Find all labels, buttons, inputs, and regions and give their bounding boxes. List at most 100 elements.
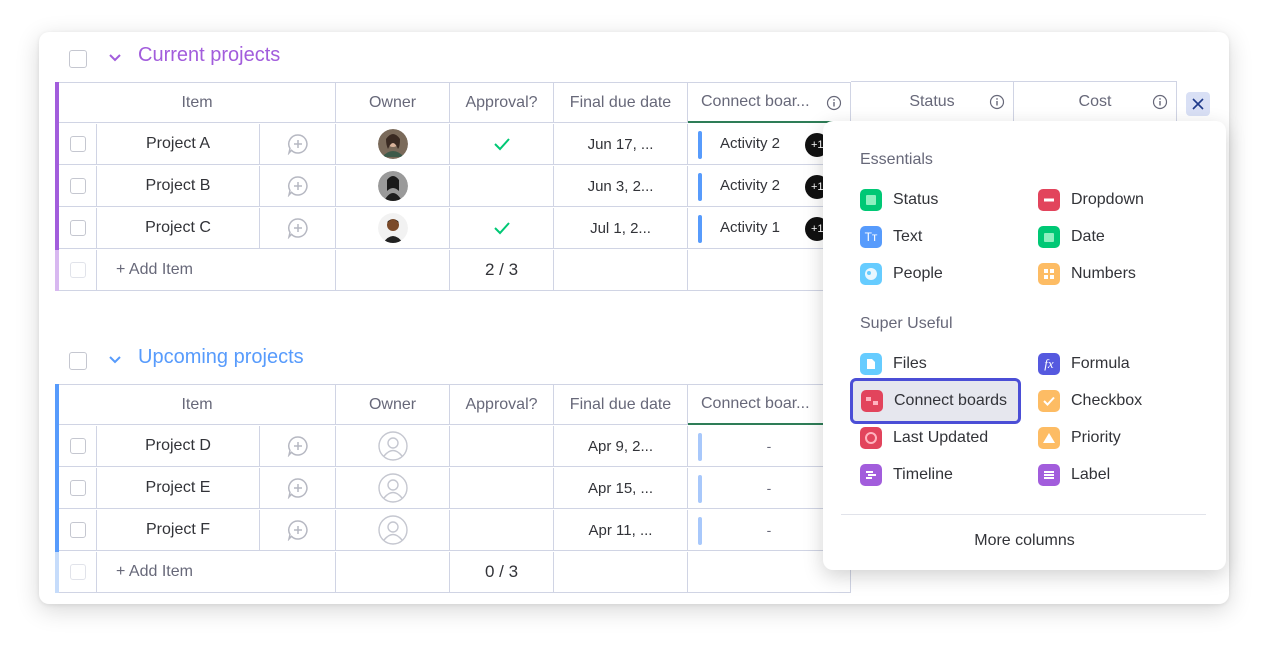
add-update-icon[interactable]	[287, 175, 309, 197]
owner-cell[interactable]	[336, 166, 450, 207]
empty-person-icon[interactable]	[377, 431, 408, 461]
item-name[interactable]: Project F	[97, 510, 260, 551]
connect-pill	[698, 131, 702, 159]
option-label: Label	[1071, 466, 1111, 483]
add-item-button[interactable]: + Add Item	[97, 250, 336, 291]
people-icon	[860, 263, 882, 285]
row-checkbox-cell	[59, 510, 97, 551]
add-update-icon[interactable]	[287, 133, 309, 155]
column-header-approval[interactable]: Approval?	[450, 82, 554, 123]
column-option-formula[interactable]: fx Formula	[1038, 349, 1130, 379]
info-icon[interactable]	[989, 94, 1005, 110]
chevron-down-icon[interactable]	[107, 50, 123, 66]
status-icon	[860, 189, 882, 211]
column-header-status[interactable]: Status	[851, 81, 1014, 122]
column-header-cost[interactable]: Cost	[1014, 81, 1177, 122]
last-updated-icon	[860, 427, 882, 449]
column-option-connect-boards[interactable]: Connect boards	[850, 378, 1021, 424]
item-name[interactable]: Project D	[97, 426, 260, 467]
avatar[interactable]	[377, 129, 408, 159]
column-header-connect[interactable]: Connect boar...	[688, 82, 851, 123]
approval-cell[interactable]	[450, 426, 554, 467]
group-checkbox[interactable]	[69, 50, 87, 68]
column-header-due-date[interactable]: Final due date	[554, 384, 688, 425]
add-update-icon[interactable]	[287, 217, 309, 239]
avatar[interactable]	[377, 213, 408, 243]
item-name[interactable]: Project E	[97, 468, 260, 509]
info-icon[interactable]	[1152, 94, 1168, 110]
column-option-checkbox[interactable]: Checkbox	[1038, 386, 1142, 416]
row-checkbox[interactable]	[69, 178, 86, 194]
column-header-due-date[interactable]: Final due date	[554, 82, 688, 123]
row-checkbox[interactable]	[69, 136, 86, 152]
owner-cell[interactable]	[336, 510, 450, 551]
empty-person-icon[interactable]	[377, 473, 408, 503]
connect-value: Activity 2	[720, 135, 781, 152]
column-option-date[interactable]: Date	[1038, 222, 1105, 252]
empty-person-icon[interactable]	[377, 515, 408, 545]
priority-icon	[1038, 427, 1060, 449]
owner-cell[interactable]	[336, 426, 450, 467]
row-checkbox[interactable]	[69, 220, 86, 236]
approval-cell[interactable]	[450, 166, 554, 207]
empty-cell	[336, 552, 450, 593]
option-label: Dropdown	[1071, 191, 1144, 208]
connect-pill	[698, 173, 702, 201]
owner-cell[interactable]	[336, 468, 450, 509]
close-button[interactable]	[1186, 92, 1210, 116]
item-name[interactable]: Project B	[97, 166, 260, 207]
group-title[interactable]: Current projects	[138, 44, 280, 67]
add-update-icon[interactable]	[287, 477, 309, 499]
column-option-timeline[interactable]: Timeline	[860, 460, 953, 490]
due-date-cell[interactable]: Jun 17, ...	[554, 124, 688, 165]
row-checkbox[interactable]	[69, 480, 86, 496]
due-date-cell[interactable]: Apr 11, ...	[554, 510, 688, 551]
due-date-cell[interactable]: Jun 3, 2...	[554, 166, 688, 207]
avatar[interactable]	[377, 171, 408, 201]
column-option-numbers[interactable]: Numbers	[1038, 259, 1136, 289]
column-option-label[interactable]: Label	[1038, 460, 1110, 490]
empty-cell	[336, 250, 450, 291]
checkbox-icon	[1038, 390, 1060, 412]
add-update-icon[interactable]	[287, 519, 309, 541]
group-title[interactable]: Upcoming projects	[138, 346, 304, 369]
column-header-item[interactable]: Item	[59, 384, 336, 425]
row-checkbox[interactable]	[69, 438, 86, 454]
column-option-status[interactable]: Status	[860, 185, 938, 215]
approval-cell[interactable]	[450, 468, 554, 509]
add-update-icon[interactable]	[287, 435, 309, 457]
option-label: Status	[893, 191, 939, 208]
owner-cell[interactable]	[336, 124, 450, 165]
approval-cell[interactable]	[450, 208, 554, 249]
column-option-dropdown[interactable]: Dropdown	[1038, 185, 1144, 215]
column-header-owner[interactable]: Owner	[336, 384, 450, 425]
option-label: Files	[893, 355, 927, 372]
approval-cell[interactable]	[450, 510, 554, 551]
connect-pill	[698, 517, 702, 545]
column-header-approval[interactable]: Approval?	[450, 384, 554, 425]
row-checkbox	[69, 564, 86, 580]
column-option-files[interactable]: Files	[860, 349, 927, 379]
item-name[interactable]: Project C	[97, 208, 260, 249]
chevron-down-icon[interactable]	[107, 352, 123, 368]
column-option-people[interactable]: People	[860, 259, 943, 289]
column-option-last-updated[interactable]: Last Updated	[860, 423, 988, 453]
column-header-item[interactable]: Item	[59, 82, 336, 123]
column-option-priority[interactable]: Priority	[1038, 423, 1121, 453]
owner-cell[interactable]	[336, 208, 450, 249]
item-name[interactable]: Project A	[97, 124, 260, 165]
row-checkbox[interactable]	[69, 522, 86, 538]
due-date-cell[interactable]: Apr 9, 2...	[554, 426, 688, 467]
close-icon	[1192, 98, 1204, 110]
add-item-button[interactable]: + Add Item	[97, 552, 336, 593]
more-columns-button[interactable]: More columns	[823, 532, 1226, 550]
due-date-cell[interactable]: Apr 15, ...	[554, 468, 688, 509]
due-date-cell[interactable]: Jul 1, 2...	[554, 208, 688, 249]
approval-cell[interactable]	[450, 124, 554, 165]
add-update-cell	[260, 426, 336, 467]
column-option-text[interactable]: Tт Text	[860, 222, 922, 252]
column-header-owner[interactable]: Owner	[336, 82, 450, 123]
group-checkbox[interactable]	[69, 352, 87, 370]
info-icon[interactable]	[826, 95, 842, 111]
timeline-icon	[860, 464, 882, 486]
